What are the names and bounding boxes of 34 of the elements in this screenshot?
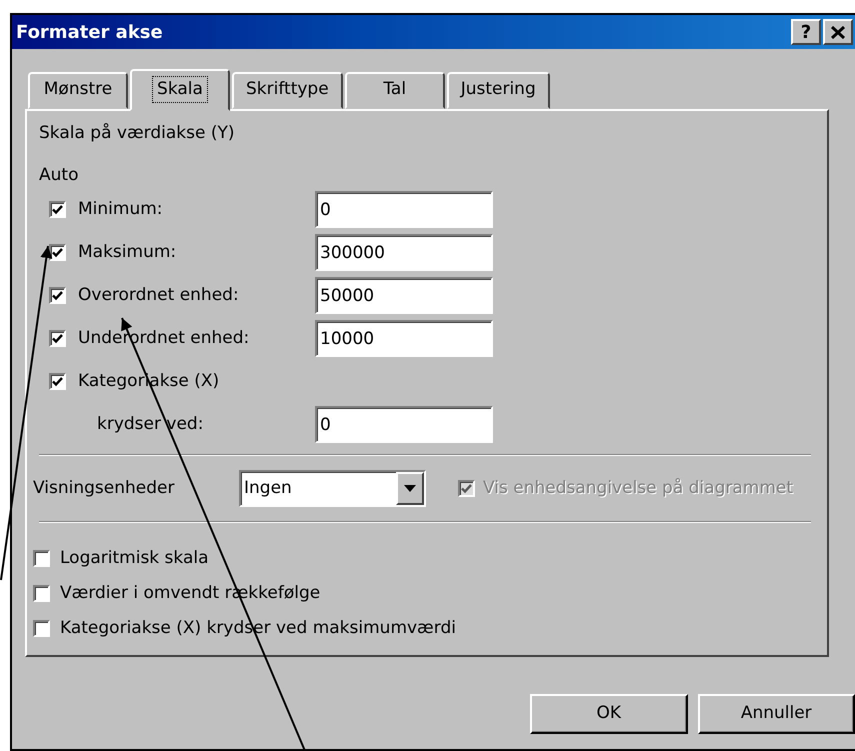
checkbox[interactable] — [49, 244, 66, 261]
input-field[interactable]: 0 — [315, 191, 493, 228]
input-field[interactable]: 0 — [315, 406, 493, 443]
input-field[interactable]: 10000 — [315, 320, 493, 357]
tab[interactable]: Justering — [446, 72, 550, 109]
tab[interactable]: Mønstre — [28, 72, 128, 109]
display-units-dropdown[interactable]: Ingen — [239, 470, 426, 507]
checkbox[interactable] — [49, 373, 66, 390]
input-field[interactable]: 50000 — [315, 277, 493, 314]
close-button[interactable] — [823, 19, 853, 45]
checkbox[interactable] — [49, 201, 66, 218]
close-icon — [831, 26, 845, 38]
checkbox-label: Maksimum: — [78, 240, 178, 264]
ok-button[interactable]: OK — [530, 694, 688, 734]
section-title: Skala på værdiakse (Y) — [39, 122, 236, 145]
checkbox-label: Minimum: — [78, 198, 164, 221]
help-button[interactable]: ? — [791, 19, 821, 45]
input-field[interactable]: 300000 — [315, 234, 493, 271]
checkbox-label: Vis enhedsangivelse på diagrammet — [483, 476, 794, 500]
checkbox[interactable] — [33, 550, 50, 567]
field-label: krydser ved: — [97, 412, 204, 436]
group-label: Auto — [39, 164, 80, 186]
window-title: Formater akse — [16, 20, 163, 44]
checkbox[interactable] — [33, 620, 50, 637]
tab[interactable]: Tal — [344, 72, 445, 109]
tab[interactable]: Skala — [130, 68, 230, 111]
field-label: Visningsenheder — [33, 476, 176, 500]
checkbox[interactable] — [49, 330, 66, 347]
checkbox[interactable] — [33, 585, 50, 602]
tab[interactable]: Skrifttype — [232, 72, 343, 109]
cancel-button[interactable]: Annuller — [698, 694, 855, 734]
checkbox[interactable] — [49, 287, 66, 304]
checkbox-label: Overordnet enhed: — [78, 284, 240, 307]
checkbox-label: Logaritmisk skala — [60, 546, 209, 570]
